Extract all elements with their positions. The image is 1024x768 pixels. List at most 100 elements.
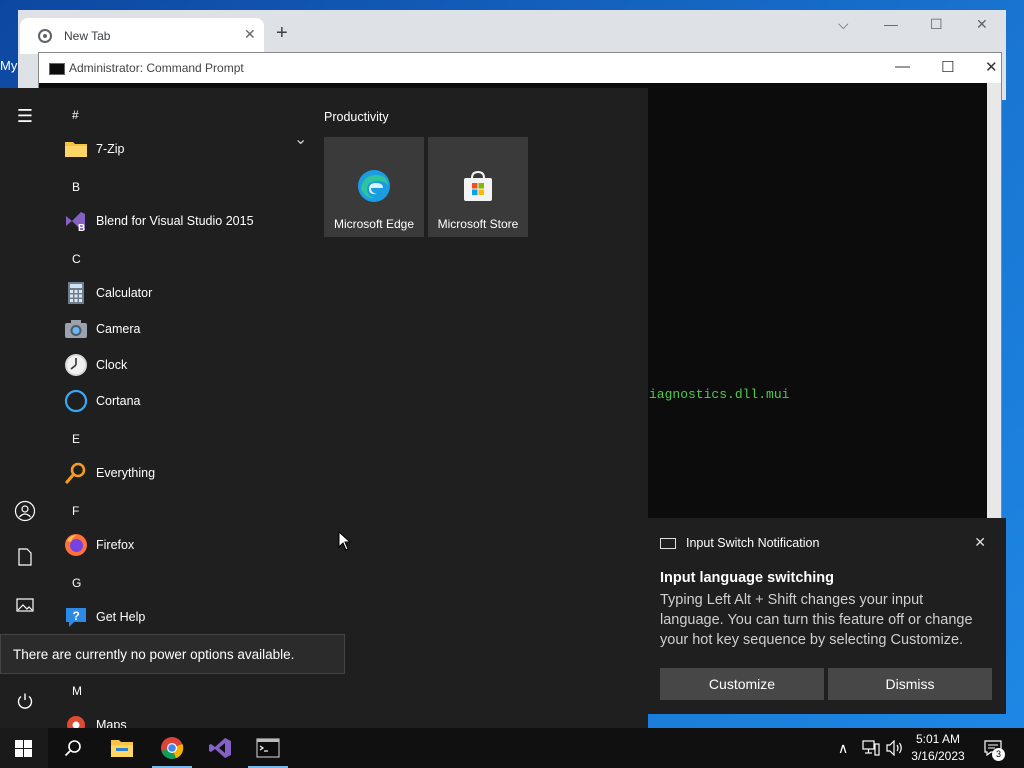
app-label: Camera — [96, 322, 141, 336]
app-label: Calculator — [96, 286, 153, 300]
taskbar-search-button[interactable] — [48, 728, 96, 768]
group-header-hash[interactable]: # — [72, 108, 79, 122]
start-menu: ☰ # 7-Zip ⌄ B B Blend for Visual Studio … — [0, 88, 648, 728]
search-icon — [64, 461, 88, 485]
tile-microsoft-store[interactable]: Microsoft Store — [428, 137, 528, 237]
maps-icon — [64, 713, 88, 728]
visual-studio-icon — [209, 738, 231, 758]
group-header-e[interactable]: E — [72, 432, 80, 446]
tile-label: Microsoft Store — [437, 217, 519, 231]
show-hidden-icons-chevron-icon[interactable]: ∧ — [838, 740, 848, 757]
chevron-down-icon[interactable]: ⌄ — [294, 129, 307, 149]
store-icon — [461, 169, 495, 203]
svg-text:B: B — [78, 223, 85, 233]
tiles-group-header[interactable]: Productivity — [324, 110, 389, 124]
group-header-g[interactable]: G — [72, 576, 81, 590]
keyboard-icon — [660, 538, 676, 550]
dismiss-button[interactable]: Dismiss — [828, 668, 992, 700]
power-options-tooltip: There are currently no power options ava… — [0, 634, 345, 674]
cmd-maximize-button[interactable]: ☐ — [941, 58, 954, 76]
chrome-minimize-button[interactable]: — — [884, 16, 898, 32]
terminal-icon — [256, 738, 280, 758]
app-label: Firefox — [96, 538, 135, 552]
edge-icon — [357, 169, 391, 203]
search-icon — [64, 740, 81, 757]
user-account-icon[interactable] — [13, 500, 37, 524]
clock-icon — [64, 353, 88, 377]
taskbar-chrome[interactable] — [148, 728, 196, 768]
app-label: Clock — [96, 358, 128, 372]
app-label: Everything — [96, 466, 156, 480]
camera-icon — [64, 317, 88, 341]
app-calculator[interactable]: Calculator — [62, 275, 302, 311]
cmd-scrollbar[interactable] — [987, 83, 1001, 547]
power-icon[interactable] — [13, 692, 37, 716]
app-maps[interactable]: Maps — [62, 707, 302, 728]
start-button[interactable] — [0, 728, 48, 768]
cmd-minimize-button[interactable]: — — [895, 58, 910, 75]
app-7zip[interactable]: 7-Zip ⌄ — [62, 131, 307, 167]
chrome-new-tab-button[interactable]: + — [276, 22, 288, 45]
cmd-close-button[interactable]: ✕ — [985, 58, 998, 76]
chrome-maximize-button[interactable]: ☐ — [930, 16, 943, 33]
notification-header: Input Switch Notification — [660, 536, 819, 550]
app-everything[interactable]: Everything — [62, 455, 302, 491]
app-label: Cortana — [96, 394, 141, 408]
chrome-tab-icon — [38, 29, 52, 43]
chrome-tab-search-icon[interactable]: ⌵ — [838, 16, 849, 33]
cmd-output-line: iagnostics.dll.mui — [649, 387, 790, 402]
cmd-titlebar[interactable]: Administrator: Command Prompt — ☐ ✕ — [39, 53, 1001, 83]
taskbar-file-explorer[interactable] — [98, 728, 146, 768]
close-icon[interactable]: ✕ — [974, 534, 986, 551]
customize-button[interactable]: Customize — [660, 668, 824, 700]
chrome-close-button[interactable]: ✕ — [976, 16, 988, 33]
pictures-icon[interactable] — [13, 596, 37, 620]
folder-icon — [64, 137, 88, 161]
app-label: 7-Zip — [96, 142, 125, 156]
app-firefox[interactable]: Firefox — [62, 527, 302, 563]
taskbar-visual-studio[interactable] — [196, 728, 244, 768]
app-label: Maps — [96, 718, 127, 728]
action-center-button[interactable]: 3 — [980, 728, 1024, 768]
tile-label: Microsoft Edge — [333, 217, 415, 231]
chrome-tab-title: New Tab — [64, 29, 111, 43]
svg-text:?: ? — [73, 609, 80, 623]
tile-microsoft-edge[interactable]: Microsoft Edge — [324, 137, 424, 237]
taskbar-clock[interactable]: 5:01 AM 3/16/2023 — [900, 731, 976, 765]
mouse-cursor-icon — [338, 531, 352, 551]
app-label: Get Help — [96, 610, 146, 624]
notification-count-badge: 3 — [992, 748, 1005, 761]
chrome-tab[interactable]: New Tab ✕ — [20, 18, 264, 54]
notification-body: Typing Left Alt + Shift changes your inp… — [660, 592, 973, 648]
blend-icon: B — [64, 209, 88, 234]
notification-app-name: Input Switch Notification — [686, 536, 820, 550]
desktop-icon-label[interactable]: My — [0, 58, 17, 73]
input-switch-notification[interactable]: Input Switch Notification ✕ Input langua… — [648, 518, 1006, 714]
chrome-tab-close-icon[interactable]: ✕ — [244, 26, 256, 43]
app-clock[interactable]: Clock — [62, 347, 302, 383]
app-cortana[interactable]: Cortana — [62, 383, 302, 419]
clock-date: 3/16/2023 — [911, 749, 965, 763]
windows-logo-icon — [15, 740, 32, 757]
taskbar: ∧ 5:01 AM 3/16/2023 3 — [0, 728, 1024, 768]
folder-icon — [111, 740, 133, 757]
app-camera[interactable]: Camera — [62, 311, 302, 347]
app-label: Blend for Visual Studio 2015 — [96, 214, 254, 228]
group-header-b[interactable]: B — [72, 180, 80, 194]
firefox-icon — [64, 533, 88, 557]
hamburger-menu-icon[interactable]: ☰ — [13, 104, 37, 128]
app-get-help[interactable]: ? Get Help — [62, 599, 302, 635]
documents-icon[interactable] — [13, 548, 37, 572]
calculator-icon — [64, 281, 88, 305]
start-rail: ☰ — [0, 88, 50, 728]
group-header-m[interactable]: M — [72, 684, 82, 698]
help-icon: ? — [64, 605, 88, 629]
app-blend[interactable]: B Blend for Visual Studio 2015 — [62, 203, 302, 239]
cortana-icon — [64, 389, 88, 413]
taskbar-command-prompt[interactable] — [244, 728, 292, 768]
group-header-c[interactable]: C — [72, 252, 81, 266]
notification-title: Input language switching — [660, 570, 834, 586]
app-list[interactable]: # 7-Zip ⌄ B B Blend for Visual Studio 20… — [50, 88, 310, 728]
network-icon[interactable] — [862, 740, 880, 756]
group-header-f[interactable]: F — [72, 504, 79, 518]
